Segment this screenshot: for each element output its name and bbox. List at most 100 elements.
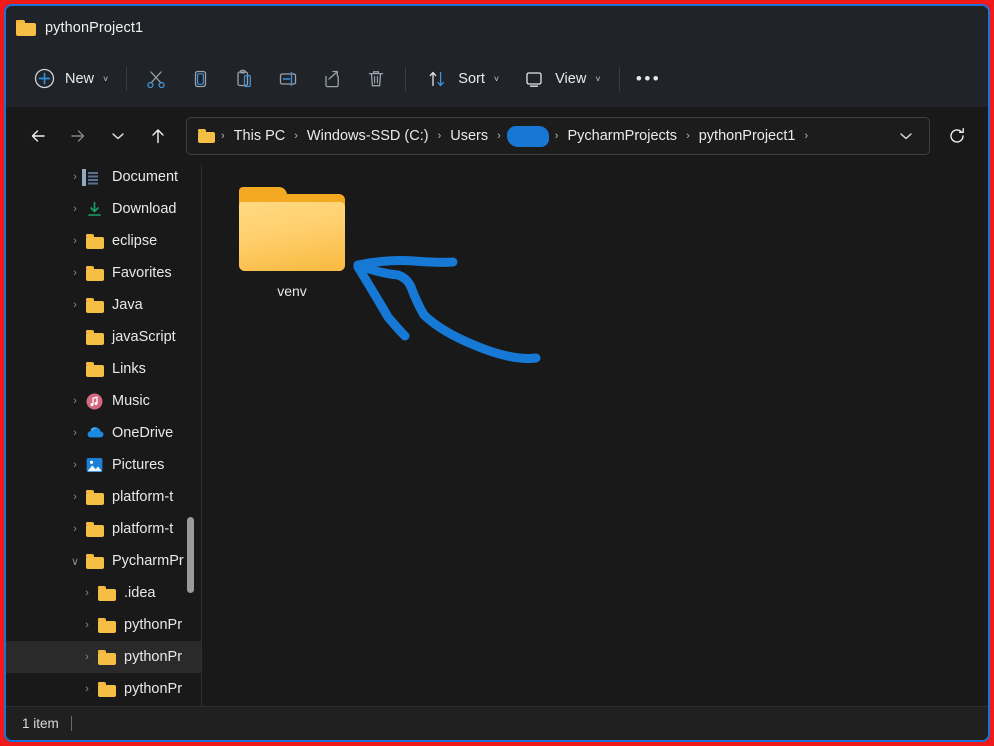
sidebar-item-platform-t[interactable]: › platform-t bbox=[6, 513, 201, 545]
chevron-down-icon[interactable]: ∨ bbox=[64, 555, 86, 568]
cut-button[interactable] bbox=[134, 61, 178, 97]
arrow-up-icon bbox=[152, 129, 164, 144]
sort-arrows-icon bbox=[424, 66, 450, 92]
folder-icon bbox=[86, 265, 104, 281]
scissors-icon bbox=[143, 66, 169, 92]
chevron-right-icon[interactable]: › bbox=[64, 235, 86, 247]
sidebar-item-javascript[interactable]: javaScript bbox=[6, 321, 201, 353]
chevron-right-icon[interactable]: › bbox=[76, 587, 98, 599]
sidebar-item-label: pythonPr bbox=[124, 617, 183, 633]
chevron-right-icon[interactable]: › bbox=[64, 523, 86, 535]
refresh-icon bbox=[950, 127, 964, 143]
forward-button[interactable] bbox=[58, 117, 98, 155]
new-button[interactable]: New ˅ bbox=[20, 61, 119, 97]
chevron-right-icon[interactable]: › bbox=[64, 203, 86, 215]
toolbar-divider bbox=[126, 66, 128, 91]
refresh-button[interactable] bbox=[938, 117, 976, 155]
document-icon bbox=[86, 169, 104, 185]
breadcrumb-separator: › bbox=[221, 130, 225, 142]
plus-circle-icon bbox=[31, 66, 57, 92]
folder-icon bbox=[86, 489, 104, 505]
status-divider bbox=[70, 716, 72, 731]
sort-button-label: Sort bbox=[458, 70, 485, 87]
sidebar-item-music[interactable]: › Music bbox=[6, 385, 201, 417]
breadcrumb-separator: › bbox=[554, 130, 559, 142]
navigation-scrollbar-thumb[interactable] bbox=[187, 517, 194, 593]
breadcrumb-item-username-redacted[interactable] bbox=[506, 125, 549, 147]
chevron-right-icon[interactable]: › bbox=[64, 395, 86, 407]
status-bar: 1 item bbox=[6, 706, 988, 740]
breadcrumb-item-pycharmprojects[interactable]: PycharmProjects bbox=[561, 125, 683, 147]
sidebar-item-onedrive[interactable]: › OneDrive bbox=[6, 417, 201, 449]
onedrive-icon bbox=[86, 425, 104, 441]
folder-icon bbox=[86, 361, 104, 377]
navigation-pane[interactable]: › Document › Download › eclipse › Favorites › Jav… bbox=[6, 165, 202, 706]
sidebar-item-platform-t[interactable]: › platform-t bbox=[6, 481, 201, 513]
breadcrumb-separator: › bbox=[497, 130, 501, 142]
see-more-button[interactable]: ••• bbox=[627, 61, 671, 97]
sort-button[interactable]: Sort ˅ bbox=[413, 61, 510, 97]
sidebar-item-pythonpr[interactable]: › pythonPr bbox=[6, 609, 201, 641]
pictures-icon bbox=[86, 457, 104, 473]
chevron-right-icon[interactable]: › bbox=[64, 459, 86, 471]
sidebar-item-label: Music bbox=[112, 393, 150, 409]
up-button[interactable] bbox=[138, 117, 178, 155]
sidebar-item-pictures[interactable]: › Pictures bbox=[6, 449, 201, 481]
breadcrumb-dropdown-button[interactable] bbox=[889, 119, 923, 153]
chevron-right-icon[interactable]: › bbox=[64, 299, 86, 311]
view-button-label: View bbox=[555, 70, 587, 87]
paste-icon bbox=[231, 66, 257, 92]
toolbar-divider-2 bbox=[405, 66, 407, 91]
sidebar-item-label: Links bbox=[112, 361, 146, 377]
chevron-right-icon[interactable]: › bbox=[64, 491, 86, 503]
sidebar-item-document[interactable]: › Document bbox=[6, 165, 201, 193]
chevron-right-icon[interactable]: › bbox=[76, 619, 98, 631]
sidebar-item-label: pythonPr bbox=[124, 681, 183, 697]
folder-icon bbox=[239, 187, 345, 271]
folder-icon bbox=[86, 553, 104, 569]
sidebar-item-eclipse[interactable]: › eclipse bbox=[6, 225, 201, 257]
delete-button[interactable] bbox=[354, 61, 398, 97]
sidebar-item-pythonpr[interactable]: › pythonPr bbox=[6, 673, 201, 705]
file-item-venv[interactable]: venv bbox=[238, 187, 346, 301]
breadcrumb-item-this-pc[interactable]: This PC bbox=[228, 125, 292, 147]
rename-button[interactable] bbox=[266, 61, 310, 97]
file-list-view[interactable]: venv bbox=[202, 165, 988, 706]
sidebar-item-label: .idea bbox=[124, 585, 156, 601]
chevron-right-icon[interactable]: › bbox=[64, 267, 86, 279]
sidebar-item-download[interactable]: › Download bbox=[6, 193, 201, 225]
sidebar-item-label: Java bbox=[112, 297, 143, 313]
arrow-left-icon bbox=[31, 130, 45, 142]
breadcrumb-item-pythonproject1[interactable]: pythonProject1 bbox=[693, 125, 802, 147]
chevron-right-icon[interactable]: › bbox=[64, 427, 86, 439]
sidebar-item-idea[interactable]: › .idea bbox=[6, 577, 201, 609]
window-title: pythonProject1 bbox=[45, 20, 144, 36]
folder-icon bbox=[86, 521, 104, 537]
copy-button[interactable] bbox=[178, 61, 222, 97]
recent-locations-button[interactable] bbox=[98, 117, 138, 155]
sidebar-item-pycharmpr[interactable]: ∨ PycharmPr bbox=[6, 545, 201, 577]
file-item-label: venv bbox=[277, 283, 307, 299]
breadcrumb[interactable]: › This PC › Windows-SSD (C:) › Users › ›… bbox=[186, 117, 930, 155]
chevron-right-icon[interactable]: › bbox=[76, 651, 98, 663]
folder-icon bbox=[86, 297, 104, 313]
music-icon bbox=[86, 393, 104, 410]
chevron-right-icon[interactable]: › bbox=[76, 683, 98, 695]
sidebar-item-label: eclipse bbox=[112, 233, 158, 249]
back-button[interactable] bbox=[18, 117, 58, 155]
navigation-scrollbar[interactable] bbox=[187, 165, 194, 706]
sidebar-item-label: platform-t bbox=[112, 489, 174, 505]
paste-button[interactable] bbox=[222, 61, 266, 97]
view-button[interactable]: View ˅ bbox=[510, 61, 611, 97]
title-bar: pythonProject1 bbox=[6, 6, 988, 50]
toolbar-divider-3 bbox=[618, 66, 620, 91]
breadcrumb-item-windows-ssd[interactable]: Windows-SSD (C:) bbox=[301, 125, 435, 147]
sidebar-item-favorites[interactable]: › Favorites bbox=[6, 257, 201, 289]
folder-icon bbox=[98, 681, 116, 697]
share-button[interactable] bbox=[310, 61, 354, 97]
chevron-down-icon: ˅ bbox=[493, 73, 500, 84]
sidebar-item-java[interactable]: › Java bbox=[6, 289, 201, 321]
sidebar-item-links[interactable]: Links bbox=[6, 353, 201, 385]
sidebar-item-pythonpr[interactable]: › pythonPr bbox=[6, 641, 201, 673]
breadcrumb-item-users[interactable]: Users bbox=[444, 125, 494, 147]
